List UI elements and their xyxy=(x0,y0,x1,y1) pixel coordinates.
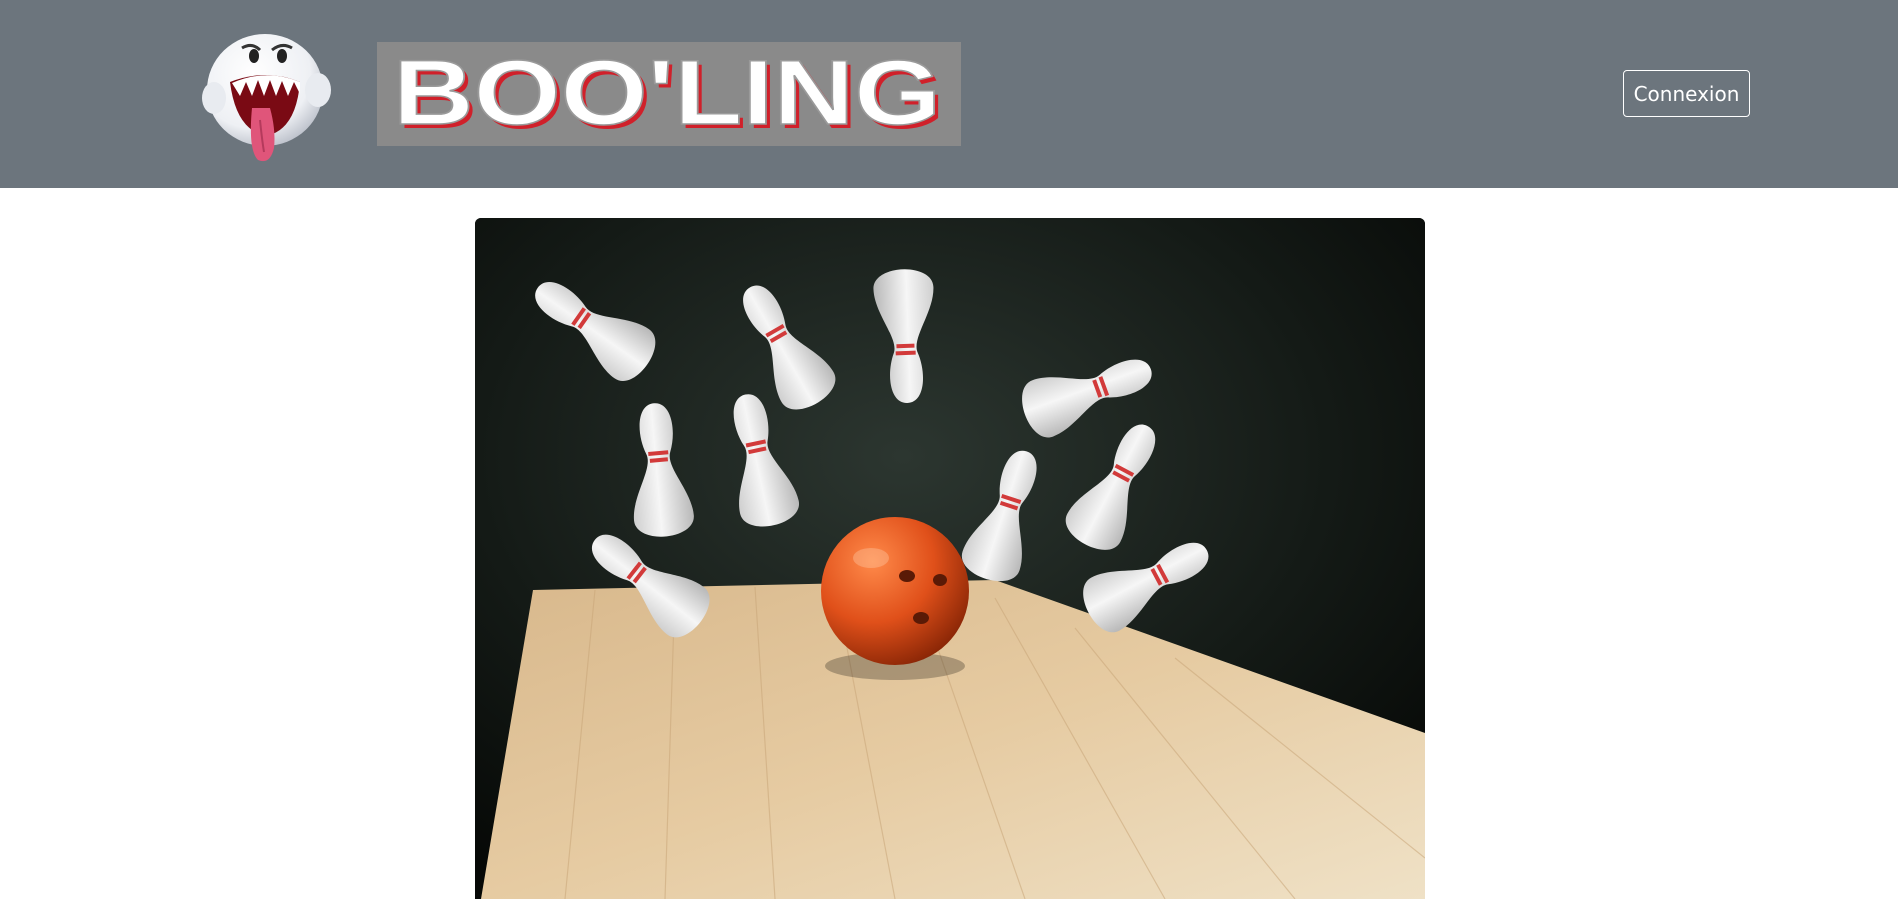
login-button[interactable]: Connexion xyxy=(1623,70,1750,117)
hero-image xyxy=(475,218,1425,899)
ghost-icon[interactable] xyxy=(200,20,335,165)
navbar: BOO'LING BOO'LING Connexion xyxy=(0,0,1898,188)
wordmark-text: BOO'LING xyxy=(393,42,941,144)
site-logo-wordmark[interactable]: BOO'LING BOO'LING xyxy=(377,42,961,146)
